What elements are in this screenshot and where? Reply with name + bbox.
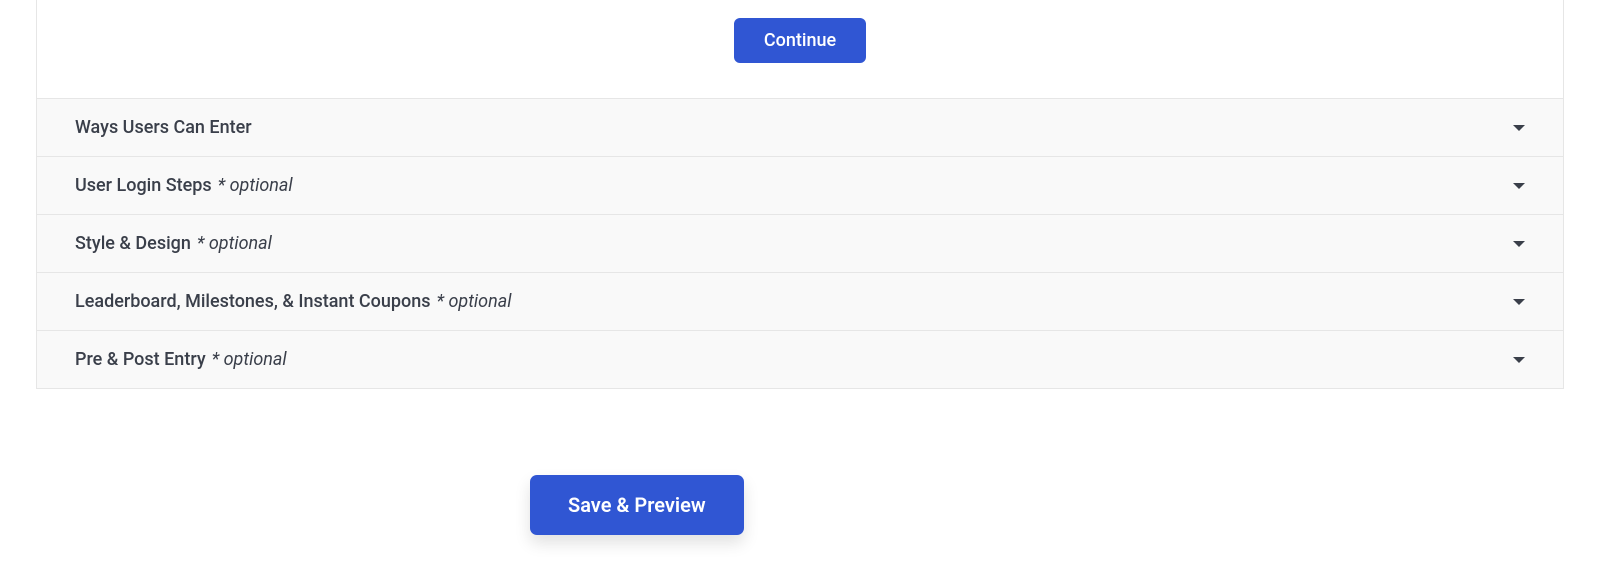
accordion-title-text: Pre & Post Entry: [75, 349, 206, 370]
save-preview-button[interactable]: Save & Preview: [530, 475, 744, 535]
caret-down-icon: [1513, 299, 1525, 305]
optional-marker: * optional: [218, 175, 293, 196]
accordion-item-user-login-steps[interactable]: User Login Steps * optional: [37, 157, 1563, 215]
accordion-item-leaderboard-milestones-coupons[interactable]: Leaderboard, Milestones, & Instant Coupo…: [37, 273, 1563, 331]
accordion-title-text: User Login Steps: [75, 175, 212, 196]
accordion-label: User Login Steps * optional: [75, 175, 293, 196]
accordion-item-style-design[interactable]: Style & Design * optional: [37, 215, 1563, 273]
accordion-item-pre-post-entry[interactable]: Pre & Post Entry * optional: [37, 331, 1563, 388]
accordion-title-text: Ways Users Can Enter: [75, 117, 252, 138]
continue-wrapper: Continue: [37, 0, 1563, 98]
accordion-item-ways-users-can-enter[interactable]: Ways Users Can Enter: [37, 99, 1563, 157]
save-wrapper: Save & Preview: [0, 389, 1600, 535]
accordion-label: Pre & Post Entry * optional: [75, 349, 287, 370]
accordion-label: Ways Users Can Enter: [75, 117, 252, 138]
accordion-label: Leaderboard, Milestones, & Instant Coupo…: [75, 291, 512, 312]
optional-marker: * optional: [197, 233, 272, 254]
main-card: Continue Ways Users Can Enter User Login…: [36, 0, 1564, 389]
caret-down-icon: [1513, 125, 1525, 131]
accordion-title-text: Style & Design: [75, 233, 191, 254]
caret-down-icon: [1513, 183, 1525, 189]
accordion-title-text: Leaderboard, Milestones, & Instant Coupo…: [75, 291, 431, 312]
optional-marker: * optional: [212, 349, 287, 370]
continue-button[interactable]: Continue: [734, 18, 866, 63]
caret-down-icon: [1513, 357, 1525, 363]
accordion-panel: Ways Users Can Enter User Login Steps * …: [37, 98, 1563, 389]
caret-down-icon: [1513, 241, 1525, 247]
accordion-label: Style & Design * optional: [75, 233, 272, 254]
optional-marker: * optional: [437, 291, 512, 312]
